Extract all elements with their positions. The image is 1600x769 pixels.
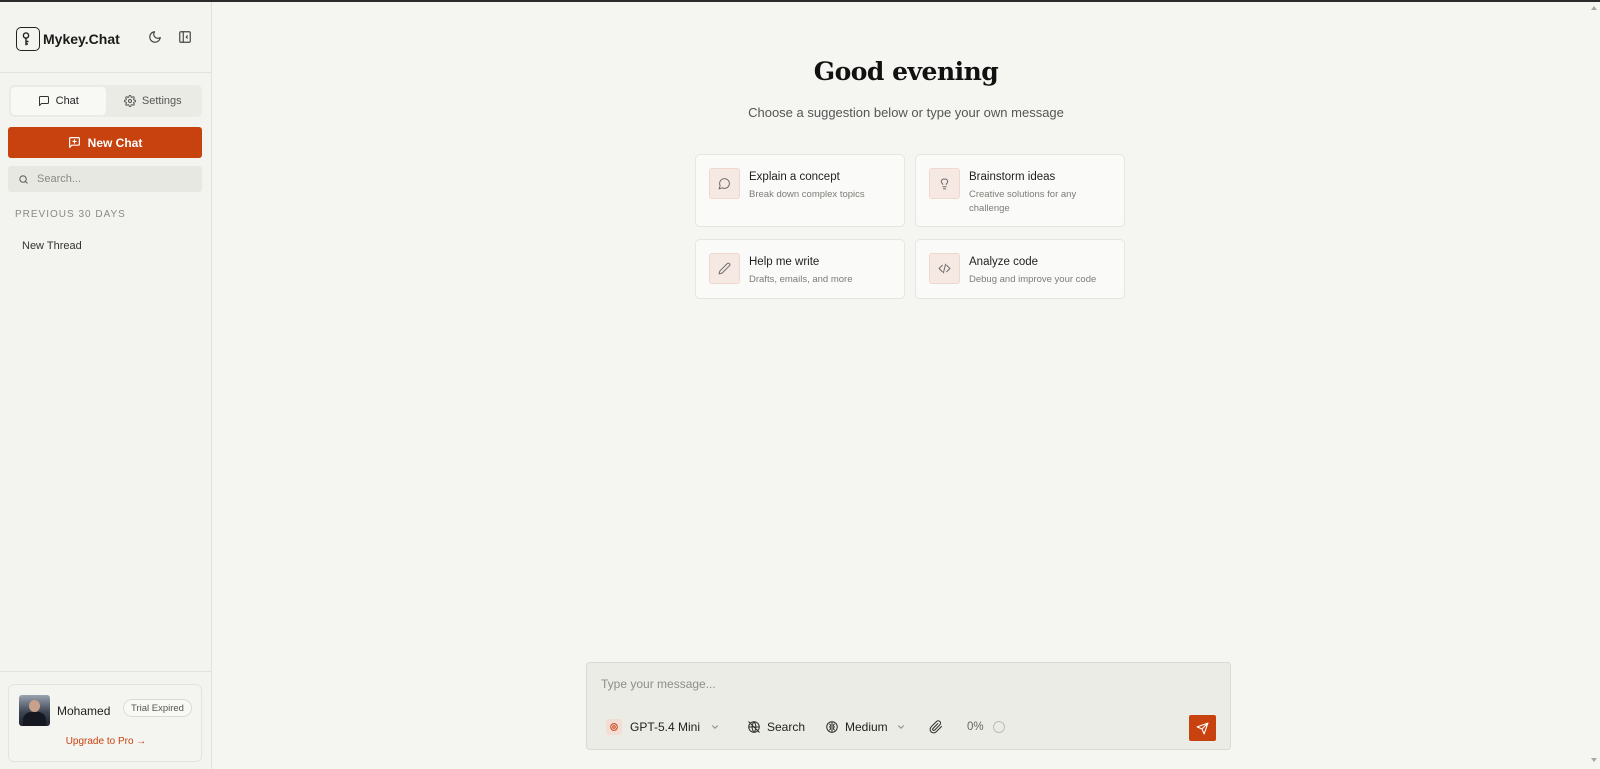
tab-settings-label: Settings — [141, 95, 182, 107]
page-scrollbar[interactable] — [1588, 2, 1600, 769]
brand[interactable]: Mykey.Chat — [16, 26, 196, 52]
paperclip-icon — [929, 720, 943, 734]
new-message-icon — [68, 137, 80, 148]
send-icon — [1196, 722, 1209, 734]
pencil-icon — [709, 253, 740, 284]
app-name: Mykey.Chat — [43, 31, 120, 47]
new-chat-label: New Chat — [87, 135, 143, 150]
upgrade-link[interactable]: Upgrade to Pro → — [9, 736, 203, 747]
user-name: Mohamed — [57, 704, 111, 718]
tab-settings[interactable]: Settings — [106, 87, 201, 115]
model-selector[interactable]: GPT-5.4 Mini — [606, 715, 720, 739]
thread-item[interactable]: New Thread — [9, 234, 202, 258]
greeting-title: Good evening — [813, 57, 999, 86]
theme-toggle-button[interactable] — [145, 27, 165, 47]
search-input[interactable] — [37, 173, 187, 185]
suggestion-card-brainstorm[interactable]: Brainstorm ideas Creative solutions for … — [915, 154, 1125, 227]
key-logo-icon — [16, 27, 40, 51]
suggestion-description: Creative solutions for any challenge — [969, 189, 1077, 214]
suggestion-card-analyze-code[interactable]: Analyze code Debug and improve your code — [915, 239, 1125, 299]
avatar-head — [29, 700, 40, 712]
globe-off-icon — [748, 721, 760, 733]
message-square-icon — [38, 96, 49, 106]
attach-file-button[interactable] — [929, 715, 943, 739]
tab-chat[interactable]: Chat — [11, 87, 106, 115]
scroll-down-arrow-icon[interactable] — [1591, 758, 1597, 762]
lightbulb-icon — [929, 168, 960, 199]
code-icon — [929, 253, 960, 284]
suggestion-card-explain[interactable]: Explain a concept Break down complex top… — [695, 154, 905, 227]
model-name: GPT-5.4 Mini — [630, 720, 701, 734]
search-icon — [19, 174, 28, 184]
suggestion-title: Help me write — [749, 256, 820, 268]
suggestion-title: Brainstorm ideas — [969, 171, 1056, 183]
brain-icon — [826, 721, 838, 733]
context-usage-indicator: 0% — [967, 715, 1005, 739]
usage-percent: 0% — [967, 721, 984, 733]
suggestion-title: Explain a concept — [749, 171, 840, 183]
sidebar-tabs: Chat Settings — [9, 85, 202, 117]
avatar[interactable] — [19, 695, 50, 726]
send-button[interactable] — [1189, 715, 1216, 741]
web-search-toggle[interactable]: Search — [747, 715, 805, 739]
message-composer: GPT-5.4 Mini Search Medium — [586, 662, 1231, 750]
collapse-sidebar-button[interactable] — [175, 27, 195, 47]
chevron-down-icon — [712, 725, 719, 729]
scroll-up-arrow-icon[interactable] — [1591, 6, 1597, 10]
section-label-previous-30-days: PREVIOUS 30 DAYS — [15, 209, 126, 220]
sidebar-divider — [0, 72, 211, 73]
suggestion-description: Debug and improve your code — [969, 274, 1097, 285]
new-chat-button[interactable]: New Chat — [8, 127, 202, 158]
sidebar-collapse-icon — [179, 31, 191, 43]
status-badge: Trial Expired — [123, 699, 192, 717]
model-logo-icon — [606, 719, 622, 735]
message-input[interactable] — [601, 677, 1201, 697]
reasoning-effort-selector[interactable]: Medium — [825, 715, 906, 739]
effort-value: Medium — [845, 720, 888, 734]
main-area: Good evening Choose a suggestion below o… — [213, 2, 1600, 769]
chevron-down-icon — [897, 725, 904, 729]
sidebar: Mykey.Chat Chat Settings New Chat Search… — [0, 2, 212, 769]
sidebar-search — [8, 166, 202, 192]
usage-ring-icon — [992, 721, 1005, 733]
search-toggle-label: Search — [767, 720, 806, 734]
user-card: Mohamed Trial Expired Upgrade to Pro → — [8, 684, 202, 762]
message-circle-icon — [709, 168, 740, 199]
tab-chat-label: Chat — [55, 95, 79, 107]
sidebar-footer-divider — [0, 671, 211, 672]
suggestion-description: Break down complex topics — [749, 189, 865, 200]
greeting-subtitle: Choose a suggestion below or type your o… — [748, 105, 1064, 120]
suggestion-title: Analyze code — [969, 256, 1039, 268]
suggestion-description: Drafts, emails, and more — [749, 274, 853, 285]
suggestion-card-write[interactable]: Help me write Drafts, emails, and more — [695, 239, 905, 299]
gear-icon — [123, 95, 136, 107]
moon-icon — [149, 31, 161, 43]
avatar-body — [23, 712, 46, 726]
